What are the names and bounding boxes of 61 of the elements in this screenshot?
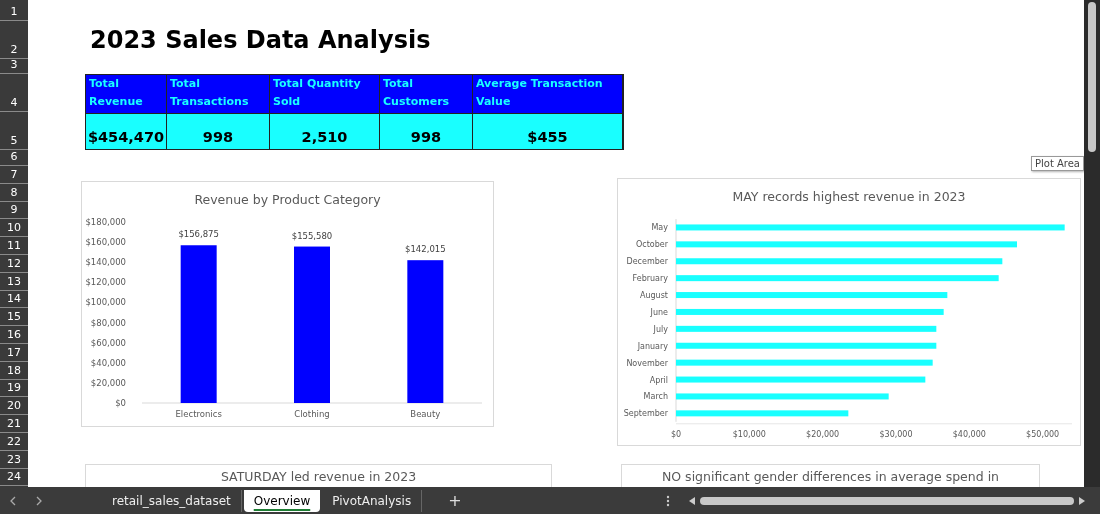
- axis-label: March: [643, 392, 668, 402]
- axis-label: $100,000: [85, 297, 126, 308]
- axis-label: November: [626, 358, 668, 368]
- axis-label: $0: [670, 429, 682, 439]
- tooltip: Plot Area: [1030, 156, 1084, 171]
- kpi-value: 998: [380, 113, 473, 149]
- kpi-header: Total Customers: [380, 75, 473, 113]
- chart-title: SATURDAY led revenue in 2023: [219, 469, 418, 484]
- axis-label: August: [640, 291, 668, 301]
- value-label: $155,580: [291, 230, 333, 241]
- sheet-title: 2023 Sales Data Analysis: [90, 25, 431, 56]
- axis-label: $120,000: [85, 277, 126, 288]
- axis-label: $40,000: [90, 357, 126, 368]
- kpi-value: 2,510: [270, 113, 380, 149]
- axis-label: $20,000: [806, 429, 840, 439]
- value-label: $142,015: [405, 244, 446, 255]
- axis-label: Beauty: [410, 409, 441, 419]
- kpi-header: Total Revenue: [86, 75, 167, 113]
- chart-title: Revenue by Product Category: [193, 192, 382, 207]
- kpi-header: Total Transactions: [167, 75, 270, 113]
- axis-label: $50,000: [1026, 429, 1060, 439]
- axis-label: $20,000: [90, 377, 126, 388]
- axis-label: October: [636, 240, 668, 250]
- kpi-value: $455: [473, 113, 623, 149]
- axis-label: September: [623, 409, 668, 419]
- sheet-tab[interactable]: retail_sales_dataset: [102, 489, 242, 512]
- axis-label: $30,000: [879, 429, 913, 439]
- scrollbar-thumb[interactable]: [1088, 2, 1096, 152]
- scroll-left-icon[interactable]: [688, 496, 696, 505]
- axis-label: Electronics: [175, 409, 222, 419]
- add-sheet-button[interactable]: +: [442, 490, 468, 511]
- axis-label: $10,000: [732, 429, 766, 439]
- axis-label: June: [650, 307, 668, 317]
- kpi-value: $454,470: [86, 113, 167, 149]
- chart-title: MAY records highest revenue in 2023: [731, 189, 967, 204]
- chevron-left-icon[interactable]: [9, 495, 17, 506]
- axis-label: $60,000: [90, 337, 126, 348]
- value-label: $156,875: [178, 229, 219, 240]
- axis-label: January: [637, 341, 668, 351]
- sheet-tab[interactable]: Overview: [243, 489, 321, 512]
- more-options-icon[interactable]: [666, 494, 670, 507]
- axis-label: April: [649, 375, 668, 385]
- scrollbar-thumb[interactable]: [700, 496, 1074, 505]
- axis-label: December: [626, 257, 668, 267]
- axis-label: February: [632, 274, 668, 284]
- scroll-right-icon[interactable]: [1078, 496, 1086, 505]
- axis-label: Clothing: [294, 409, 330, 419]
- axis-label: $180,000: [85, 217, 126, 227]
- axis-label: July: [653, 324, 668, 334]
- axis-label: May: [651, 223, 668, 233]
- kpi-header: Average Transaction Value: [473, 75, 623, 113]
- chevron-right-icon[interactable]: [35, 495, 43, 506]
- kpi-value: 998: [167, 113, 270, 149]
- axis-label: $140,000: [85, 257, 126, 268]
- sheet-tab[interactable]: PivotAnalysis: [322, 489, 423, 512]
- axis-label: $160,000: [85, 237, 126, 248]
- kpi-header: Total Quantity Sold: [270, 75, 380, 113]
- axis-label: $80,000: [90, 317, 126, 328]
- chart-title: NO significant gender differences in average spend in: [660, 469, 1001, 484]
- axis-label: $0: [115, 398, 126, 408]
- axis-label: $40,000: [952, 429, 986, 439]
